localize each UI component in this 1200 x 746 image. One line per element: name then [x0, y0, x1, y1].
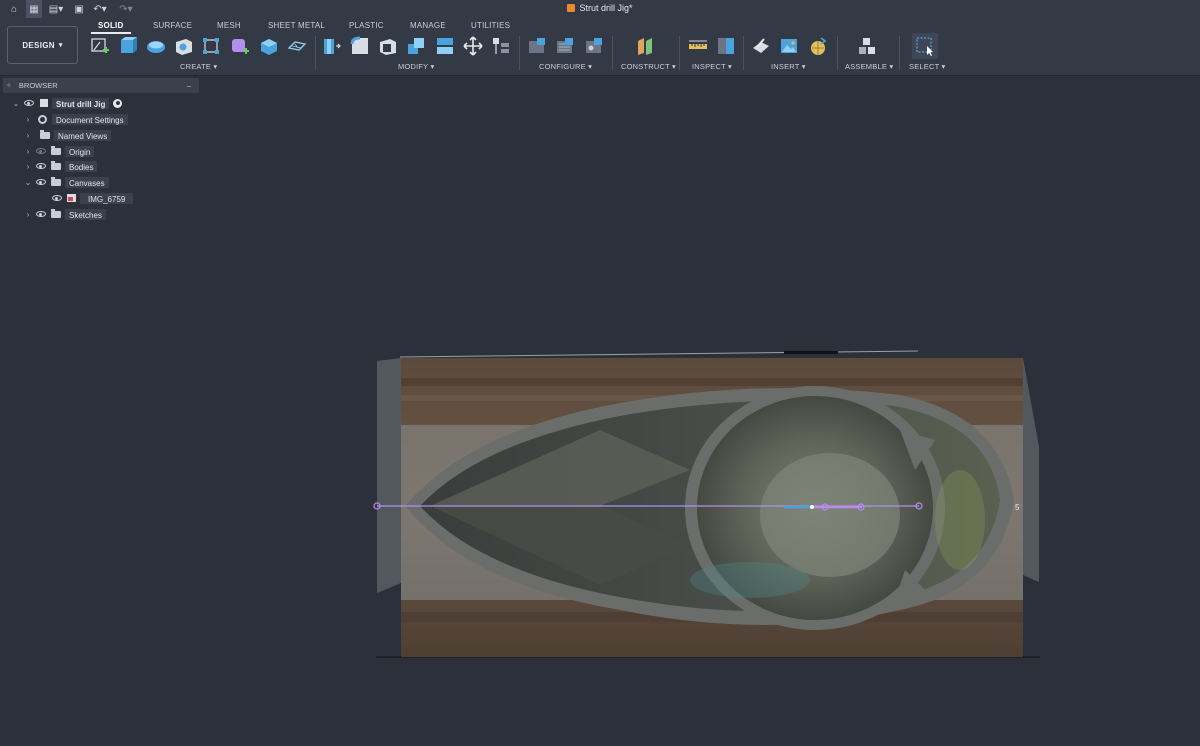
plane-edge-top: [399, 350, 919, 358]
chevron-right-icon[interactable]: ›: [24, 115, 32, 124]
tree-item-label: Sketches: [65, 208, 106, 220]
dimension-marker: 5: [1015, 503, 1020, 512]
canvas-image-icon: [67, 194, 76, 202]
activate-radio-icon[interactable]: [113, 98, 123, 108]
eye-icon[interactable]: [36, 179, 46, 185]
browser-header[interactable]: « BROWSER –: [3, 78, 199, 93]
tree-item-sketches[interactable]: › Sketches: [24, 208, 106, 220]
folder-icon: [51, 145, 61, 155]
component-icon: [40, 99, 48, 107]
tree-root[interactable]: ⌄ Strut drill Jig: [12, 97, 123, 109]
tree-item-named-views[interactable]: › Named Views: [24, 129, 112, 141]
chevron-right-icon[interactable]: ›: [24, 210, 32, 219]
tree-item-canvases[interactable]: ⌄ Canvases: [24, 176, 109, 188]
minimize-icon[interactable]: –: [187, 81, 191, 90]
folder-icon: [51, 176, 61, 186]
canvas-image-img-6759[interactable]: [401, 358, 1023, 657]
tree-item-origin[interactable]: › Origin: [24, 145, 95, 157]
viewport[interactable]: 5: [0, 0, 1200, 746]
tree-item-label: Origin: [65, 145, 95, 157]
tree-item-label: IMG_6759: [80, 192, 134, 204]
plane-edge-marker: [784, 351, 838, 354]
chevron-right-icon[interactable]: ›: [24, 147, 32, 156]
gear-icon: [38, 114, 47, 124]
tree-item-label: Bodies: [65, 160, 98, 172]
tree-item-bodies[interactable]: › Bodies: [24, 160, 98, 172]
construction-plane-right: [1023, 358, 1039, 582]
tree-item-label: Canvases: [65, 176, 109, 188]
chevron-down-icon[interactable]: ⌄: [12, 99, 20, 108]
tree-item-document-settings[interactable]: › Document Settings: [24, 113, 128, 125]
eye-hidden-icon[interactable]: [36, 148, 46, 154]
eye-icon[interactable]: [36, 211, 46, 217]
chevron-right-icon[interactable]: ›: [24, 162, 32, 171]
tree-item-label: Document Settings: [52, 113, 128, 125]
folder-icon: [51, 160, 61, 170]
construction-plane-left: [377, 358, 401, 593]
chevron-down-icon[interactable]: ⌄: [24, 178, 32, 187]
eye-icon[interactable]: [36, 163, 46, 169]
eye-icon[interactable]: [24, 100, 34, 106]
folder-icon: [40, 129, 50, 139]
sketch-midpoint[interactable]: [810, 505, 814, 509]
chevron-right-icon[interactable]: ›: [24, 131, 32, 140]
collapse-icon[interactable]: «: [7, 82, 11, 89]
root-label: Strut drill Jig: [52, 97, 110, 109]
tree-item-img-6759[interactable]: IMG_6759: [48, 192, 134, 204]
folder-icon: [51, 208, 61, 218]
eye-icon[interactable]: [52, 195, 62, 201]
tree-item-label: Named Views: [54, 129, 112, 141]
browser-title: BROWSER: [18, 81, 58, 90]
